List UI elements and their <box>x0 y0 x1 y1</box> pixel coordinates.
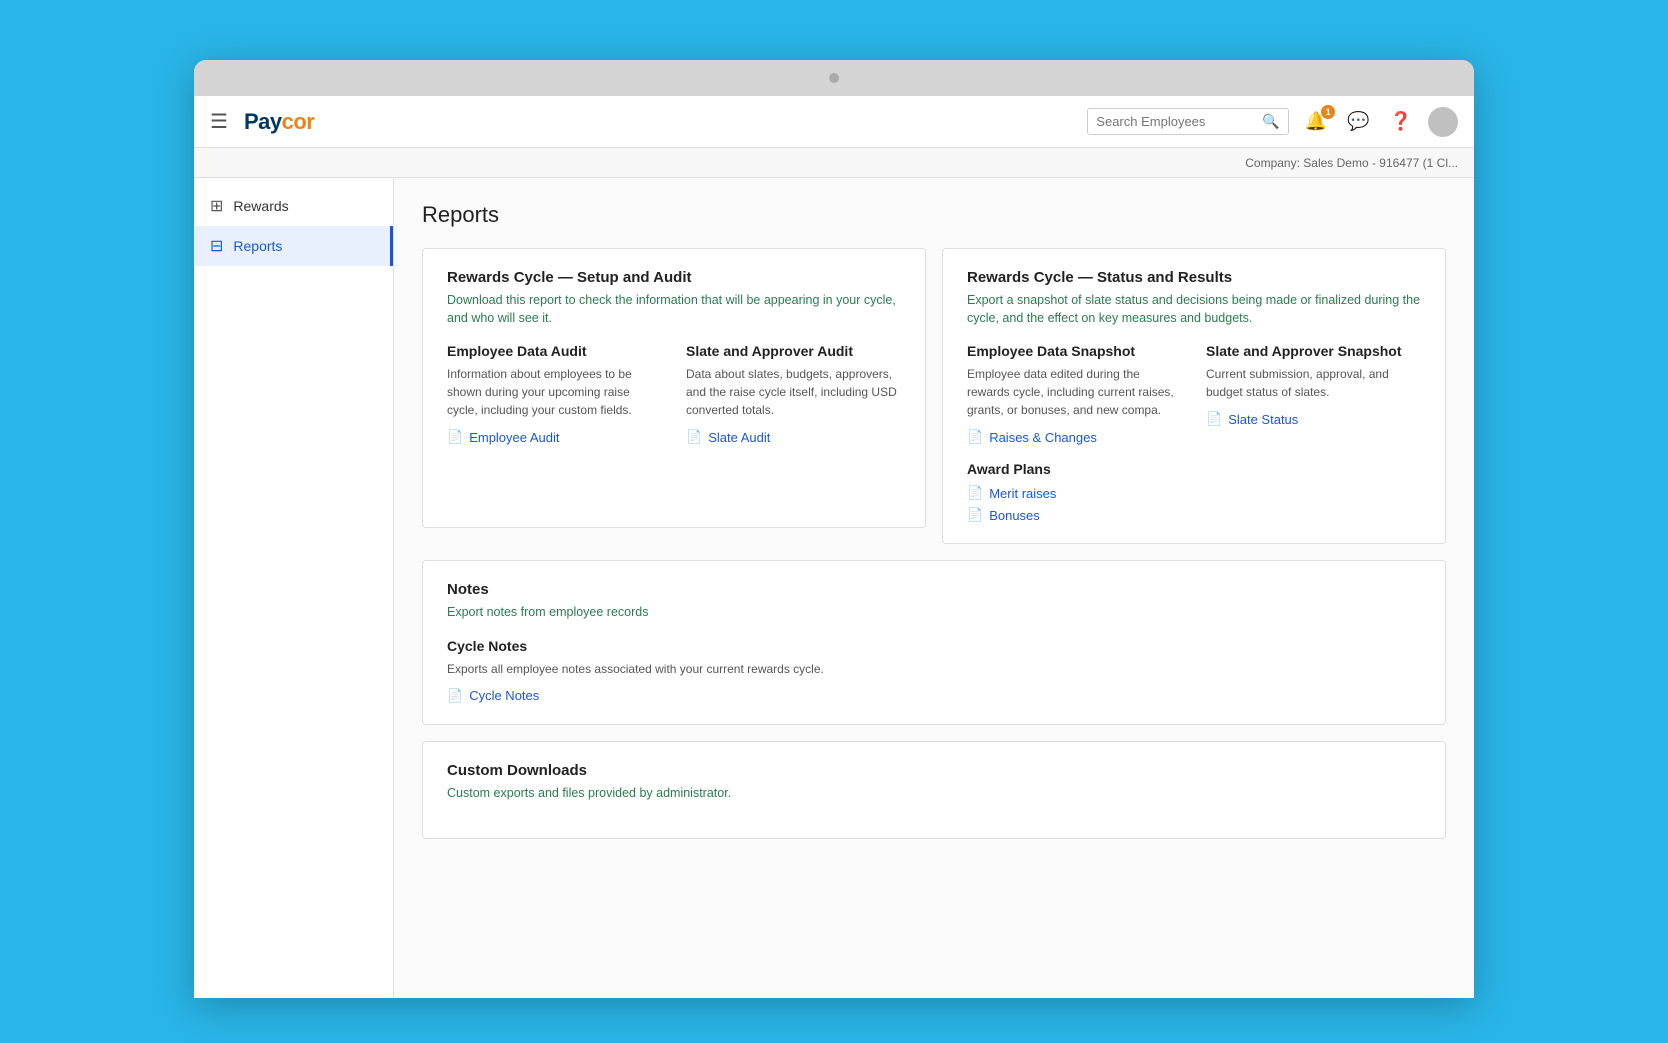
merit-raises-icon: 📄 <box>967 485 983 501</box>
hamburger-icon[interactable]: ☰ <box>210 109 228 134</box>
navbar-right: 🔍 🔔 1 💬 ❓ <box>1087 107 1458 137</box>
browser-frame: ☰ Paycor 🔍 🔔 1 💬 ❓ Compa <box>194 60 1474 998</box>
slate-approver-snapshot-title: Slate and Approver Snapshot <box>1206 343 1421 359</box>
rewards-icon: ⊞ <box>210 196 223 216</box>
cycle-notes-icon: 📄 <box>447 688 463 704</box>
merit-raises-label: Merit raises <box>989 486 1056 501</box>
employee-data-audit-section: Employee Data Audit Information about em… <box>447 343 662 445</box>
sidebar-item-reports-label: Reports <box>233 238 282 254</box>
employee-audit-label: Employee Audit <box>469 430 559 445</box>
sidebar-item-rewards[interactable]: ⊞ Rewards <box>194 186 393 226</box>
employee-data-snapshot-title: Employee Data Snapshot <box>967 343 1182 359</box>
cycle-notes-desc: Exports all employee notes associated wi… <box>447 660 1421 678</box>
navbar-left: ☰ Paycor <box>210 109 314 135</box>
sidebar-item-rewards-label: Rewards <box>233 198 288 214</box>
page-title: Reports <box>422 202 1446 228</box>
slate-audit-label: Slate Audit <box>708 430 770 445</box>
employee-data-snapshot-section: Employee Data Snapshot Employee data edi… <box>967 343 1182 445</box>
merit-raises-link[interactable]: 📄 Merit raises <box>967 485 1421 501</box>
custom-downloads-subtitle: Custom exports and files provided by adm… <box>447 785 1421 803</box>
slate-status-label: Slate Status <box>1228 412 1298 427</box>
user-avatar[interactable] <box>1428 107 1458 137</box>
status-results-subtitle: Export a snapshot of slate status and de… <box>967 292 1421 327</box>
status-results-title: Rewards Cycle — Status and Results <box>967 269 1421 286</box>
notes-row: Notes Export notes from employee records… <box>422 560 1446 725</box>
slate-approver-snapshot-desc: Current submission, approval, and budget… <box>1206 365 1421 401</box>
setup-audit-grid: Employee Data Audit Information about em… <box>447 343 901 445</box>
slate-approver-audit-section: Slate and Approver Audit Data about slat… <box>686 343 901 445</box>
search-box[interactable]: 🔍 <box>1087 108 1288 135</box>
search-icon: 🔍 <box>1262 113 1279 130</box>
slate-approver-audit-desc: Data about slates, budgets, approvers, a… <box>686 365 901 419</box>
navbar: ☰ Paycor 🔍 🔔 1 💬 ❓ <box>194 96 1474 148</box>
help-button[interactable]: ❓ <box>1386 107 1416 136</box>
notes-card-subtitle: Export notes from employee records <box>447 604 1421 622</box>
employee-audit-icon: 📄 <box>447 429 463 445</box>
employee-audit-link[interactable]: 📄 Employee Audit <box>447 429 662 445</box>
custom-downloads-title: Custom Downloads <box>447 762 1421 779</box>
bonuses-link[interactable]: 📄 Bonuses <box>967 507 1421 523</box>
cycle-notes-section: Cycle Notes Exports all employee notes a… <box>447 638 1421 704</box>
main-layout: ⊞ Rewards ⊟ Reports Reports Rewards Cycl… <box>194 178 1474 998</box>
cycle-notes-title: Cycle Notes <box>447 638 1421 654</box>
setup-audit-title: Rewards Cycle — Setup and Audit <box>447 269 901 286</box>
slate-audit-link[interactable]: 📄 Slate Audit <box>686 429 901 445</box>
camera-dot <box>829 73 839 83</box>
sidebar: ⊞ Rewards ⊟ Reports <box>194 178 394 998</box>
setup-audit-card: Rewards Cycle — Setup and Audit Download… <box>422 248 926 528</box>
employee-data-audit-desc: Information about employees to be shown … <box>447 365 662 419</box>
custom-downloads-card: Custom Downloads Custom exports and file… <box>422 741 1446 840</box>
logo-text: Paycor <box>244 109 314 135</box>
notes-card-title: Notes <box>447 581 1421 598</box>
status-results-card: Rewards Cycle — Status and Results Expor… <box>942 248 1446 544</box>
employee-data-audit-title: Employee Data Audit <box>447 343 662 359</box>
content-area: Reports Rewards Cycle — Setup and Audit … <box>394 178 1474 998</box>
custom-downloads-row: Custom Downloads Custom exports and file… <box>422 741 1446 840</box>
cycle-notes-label: Cycle Notes <box>469 688 539 703</box>
raises-changes-label: Raises & Changes <box>989 430 1097 445</box>
raises-changes-icon: 📄 <box>967 429 983 445</box>
slate-approver-snapshot-section: Slate and Approver Snapshot Current subm… <box>1206 343 1421 445</box>
reports-icon: ⊟ <box>210 236 223 256</box>
notes-card: Notes Export notes from employee records… <box>422 560 1446 725</box>
paycor-logo: Paycor <box>244 109 314 135</box>
company-bar: Company: Sales Demo - 916477 (1 Cl... <box>194 148 1474 178</box>
cycle-notes-link[interactable]: 📄 Cycle Notes <box>447 688 1421 704</box>
bonuses-label: Bonuses <box>989 508 1040 523</box>
employee-data-snapshot-desc: Employee data edited during the rewards … <box>967 365 1182 419</box>
slate-approver-audit-title: Slate and Approver Audit <box>686 343 901 359</box>
status-results-grid: Employee Data Snapshot Employee data edi… <box>967 343 1421 445</box>
search-input[interactable] <box>1096 114 1256 129</box>
slate-status-link[interactable]: 📄 Slate Status <box>1206 411 1421 427</box>
company-info: Company: Sales Demo - 916477 (1 Cl... <box>1245 156 1458 170</box>
sidebar-item-reports[interactable]: ⊟ Reports <box>194 226 393 266</box>
notifications-button[interactable]: 🔔 1 <box>1301 107 1331 136</box>
award-plans-section: Award Plans 📄 Merit raises 📄 Bonuses <box>967 461 1421 523</box>
setup-audit-subtitle: Download this report to check the inform… <box>447 292 901 327</box>
browser-chrome <box>194 60 1474 96</box>
award-plans-title: Award Plans <box>967 461 1421 477</box>
slate-audit-icon: 📄 <box>686 429 702 445</box>
slate-status-icon: 📄 <box>1206 411 1222 427</box>
raises-changes-link[interactable]: 📄 Raises & Changes <box>967 429 1182 445</box>
app-container: ☰ Paycor 🔍 🔔 1 💬 ❓ Compa <box>194 96 1474 998</box>
notification-badge: 1 <box>1321 105 1335 119</box>
top-row: Rewards Cycle — Setup and Audit Download… <box>422 248 1446 544</box>
messages-button[interactable]: 💬 <box>1343 107 1373 136</box>
bonuses-icon: 📄 <box>967 507 983 523</box>
